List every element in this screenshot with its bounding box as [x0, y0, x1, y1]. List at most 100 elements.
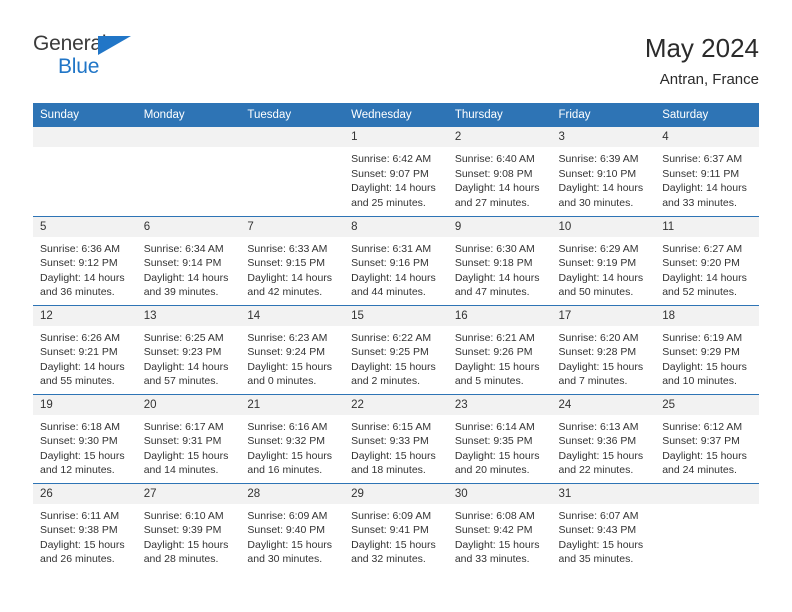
calendar-day-cell[interactable]: 8 Sunrise: 6:31 AM Sunset: 9:16 PM Daylight…: [344, 215, 448, 305]
sunset-text: Sunset: 9:10 PM: [558, 167, 637, 180]
calendar-day-cell[interactable]: 24 Sunrise: 6:13 AM Sunset: 9:36 PM Dayligh…: [551, 393, 656, 483]
daylight-text-line1: Daylight: 15 hours: [247, 449, 333, 462]
sunset-text: Sunset: 9:25 PM: [351, 346, 429, 359]
calendar-day-cell[interactable]: 14 Sunrise: 6:23 AM Sunset: 9:24 PM Dayligh…: [240, 304, 345, 394]
day-number: 24: [551, 394, 656, 415]
sunset-text: Sunset: 9:29 PM: [662, 346, 740, 359]
calendar-day-cell[interactable]: 11 Sunrise: 6:27 AM Sunset: 9:20 PM Dayligh…: [655, 215, 759, 305]
daylight-text-line1: Daylight: 14 hours: [40, 271, 125, 284]
calendar-day-cell[interactable]: 19 Sunrise: 6:18 AM Sunset: 9:30 PM Dayligh…: [33, 393, 137, 483]
calendar-day-cell[interactable]: 28 Sunrise: 6:09 AM Sunset: 9:40 PM Dayligh…: [240, 482, 345, 572]
calendar-day-cell[interactable]: 3 Sunrise: 6:39 AM Sunset: 9:10 PM Daylight…: [551, 127, 656, 216]
calendar-day-cell[interactable]: 9 Sunrise: 6:30 AM Sunset: 9:18 PM Daylight…: [447, 215, 552, 305]
calendar-day-cell[interactable]: 31 Sunrise: 6:07 AM Sunset: 9:43 PM Dayligh…: [551, 482, 656, 572]
daylight-text-line1: Daylight: 15 hours: [351, 538, 436, 551]
calendar-day-cell[interactable]: 4 Sunrise: 6:37 AM Sunset: 9:11 PM Daylight…: [655, 127, 759, 216]
calendar-head: Sunday Monday Tuesday Wednesday Thursday…: [33, 103, 759, 127]
sunrise-text: Sunrise: 6:09 AM: [351, 509, 432, 522]
calendar-week-row: 26 Sunrise: 6:11 AM Sunset: 9:38 PM Dayligh…: [33, 482, 759, 572]
sunset-text: Sunset: 9:30 PM: [40, 435, 118, 448]
daylight-text-line1: Daylight: 15 hours: [558, 449, 644, 462]
day-number: 4: [655, 127, 759, 147]
sunrise-text: Sunrise: 6:40 AM: [454, 153, 535, 165]
day-number: 1: [344, 127, 448, 147]
daylight-text-line1: Daylight: 15 hours: [40, 449, 125, 462]
sunrise-text: Sunrise: 6:22 AM: [351, 331, 432, 344]
calendar-day-cell[interactable]: 22 Sunrise: 6:15 AM Sunset: 9:33 PM Dayligh…: [344, 393, 448, 483]
daylight-text-line2: and 14 minutes.: [143, 464, 219, 477]
calendar-day-cell[interactable]: 7 Sunrise: 6:33 AM Sunset: 9:15 PM Daylight…: [240, 215, 345, 305]
daylight-text-line2: and 30 minutes.: [558, 196, 634, 209]
calendar-day-cell[interactable]: 2 Sunrise: 6:40 AM Sunset: 9:08 PM Daylight…: [447, 127, 552, 216]
sunset-text: Sunset: 9:43 PM: [558, 524, 637, 537]
day-number: 21: [240, 394, 345, 415]
day-number: 2: [447, 127, 552, 147]
calendar-day-cell[interactable]: 23 Sunrise: 6:14 AM Sunset: 9:35 PM Dayligh…: [447, 393, 552, 483]
brand-logo[interactable]: General Blue: [33, 30, 153, 82]
daylight-text-line2: and 55 minutes.: [40, 375, 115, 388]
calendar-day-cell[interactable]: 21 Sunrise: 6:16 AM Sunset: 9:32 PM Dayligh…: [240, 393, 345, 483]
sunset-text: Sunset: 9:35 PM: [454, 435, 533, 448]
sunset-text: Sunset: 9:12 PM: [40, 257, 118, 270]
day-number: 3: [551, 127, 656, 147]
calendar-day-cell[interactable]: 20 Sunrise: 6:17 AM Sunset: 9:31 PM Dayligh…: [136, 393, 241, 483]
daylight-text-line2: and 39 minutes.: [143, 286, 219, 299]
sunrise-text: Sunrise: 6:33 AM: [247, 242, 328, 255]
sunrise-text: Sunrise: 6:26 AM: [40, 331, 120, 344]
day-details: Sunrise: 6:10 AM Sunset: 9:39 PM Daylight:…: [137, 504, 241, 567]
day-details: Sunrise: 6:19 AM Sunset: 9:29 PM Daylight:…: [655, 326, 759, 389]
day-details: Sunrise: 6:37 AM Sunset: 9:11 PM Daylight:…: [655, 147, 759, 210]
sunrise-text: Sunrise: 6:25 AM: [143, 331, 224, 344]
sunset-text: Sunset: 9:14 PM: [143, 257, 222, 270]
daylight-text-line2: and 28 minutes.: [143, 553, 219, 566]
day-number: 18: [655, 305, 759, 326]
calendar-day-cell[interactable]: 5 Sunrise: 6:36 AM Sunset: 9:12 PM Daylight…: [33, 215, 137, 305]
calendar-week-row: 1 Sunrise: 6:42 AM Sunset: 9:07 PM Daylight…: [33, 127, 759, 216]
calendar-day-cell[interactable]: 1 Sunrise: 6:42 AM Sunset: 9:07 PM Daylight…: [344, 127, 448, 216]
sunset-text: Sunset: 9:15 PM: [247, 257, 326, 270]
calendar-day-cell[interactable]: 17 Sunrise: 6:20 AM Sunset: 9:28 PM Dayligh…: [551, 304, 656, 394]
daylight-text-line1: Daylight: 15 hours: [143, 449, 229, 462]
calendar-day-cell[interactable]: 25 Sunrise: 6:12 AM Sunset: 9:37 PM Dayligh…: [655, 393, 759, 483]
calendar-day-cell[interactable]: 16 Sunrise: 6:21 AM Sunset: 9:26 PM Dayligh…: [447, 304, 552, 394]
calendar-day-cell[interactable]: 26 Sunrise: 6:11 AM Sunset: 9:38 PM Dayligh…: [33, 482, 137, 572]
calendar-day-cell[interactable]: 27 Sunrise: 6:10 AM Sunset: 9:39 PM Dayligh…: [136, 482, 241, 572]
day-number: [240, 127, 345, 147]
sunrise-text: Sunrise: 6:31 AM: [351, 242, 432, 255]
sunset-text: Sunset: 9:39 PM: [143, 524, 222, 537]
calendar-day-cell[interactable]: 29 Sunrise: 6:09 AM Sunset: 9:41 PM Dayligh…: [344, 482, 448, 572]
day-number: 7: [240, 216, 345, 237]
calendar-day-cell[interactable]: 12 Sunrise: 6:26 AM Sunset: 9:21 PM Dayligh…: [33, 304, 137, 394]
daylight-text-line1: Daylight: 15 hours: [454, 360, 540, 373]
calendar-day-cell[interactable]: 15 Sunrise: 6:22 AM Sunset: 9:25 PM Dayligh…: [344, 304, 448, 394]
day-details: Sunrise: 6:21 AM Sunset: 9:26 PM Daylight:…: [448, 326, 552, 389]
sunset-text: Sunset: 9:21 PM: [40, 346, 118, 359]
calendar-day-cell[interactable]: 13 Sunrise: 6:25 AM Sunset: 9:23 PM Dayligh…: [136, 304, 241, 394]
day-details: Sunrise: 6:42 AM Sunset: 9:07 PM Daylight:…: [344, 147, 448, 210]
day-details: Sunrise: 6:17 AM Sunset: 9:31 PM Daylight:…: [137, 415, 241, 478]
day-number: 10: [551, 216, 656, 237]
day-number: 16: [447, 305, 552, 326]
sunset-text: Sunset: 9:38 PM: [40, 524, 118, 537]
daylight-text-line1: Daylight: 15 hours: [351, 360, 436, 373]
daylight-text-line1: Daylight: 14 hours: [40, 360, 125, 373]
day-details: Sunrise: 6:12 AM Sunset: 9:37 PM Daylight:…: [655, 415, 759, 478]
day-details: Sunrise: 6:16 AM Sunset: 9:32 PM Daylight:…: [240, 415, 344, 478]
daylight-text-line1: Daylight: 15 hours: [454, 449, 540, 462]
calendar-day-cell[interactable]: 30 Sunrise: 6:08 AM Sunset: 9:42 PM Dayligh…: [447, 482, 552, 572]
sunrise-text: Sunrise: 6:42 AM: [351, 153, 432, 165]
daylight-text-line1: Daylight: 15 hours: [351, 449, 436, 462]
page-header: General Blue May 2024 Antran, France: [0, 0, 792, 103]
weekday-header-tuesday: Tuesday: [240, 103, 345, 127]
calendar-day-cell[interactable]: 10 Sunrise: 6:29 AM Sunset: 9:19 PM Dayligh…: [551, 215, 656, 305]
sunrise-text: Sunrise: 6:16 AM: [247, 420, 328, 433]
daylight-text-line2: and 36 minutes.: [40, 286, 115, 299]
calendar-day-cell[interactable]: 18 Sunrise: 6:19 AM Sunset: 9:29 PM Dayligh…: [655, 304, 759, 394]
day-details: Sunrise: 6:26 AM Sunset: 9:21 PM Daylight:…: [33, 326, 137, 389]
daylight-text-line2: and 12 minutes.: [40, 464, 115, 477]
sunset-text: Sunset: 9:16 PM: [351, 257, 429, 270]
brand-triangle-icon: [98, 36, 131, 55]
daylight-text-line2: and 0 minutes.: [247, 375, 317, 388]
calendar-day-cell[interactable]: 6 Sunrise: 6:34 AM Sunset: 9:14 PM Daylight…: [136, 215, 241, 305]
sunset-text: Sunset: 9:42 PM: [454, 524, 533, 537]
